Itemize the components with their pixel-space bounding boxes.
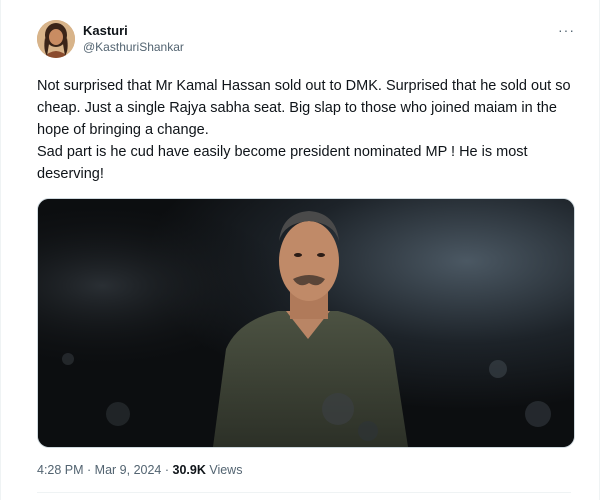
author-names: Kasturi @KasthuriShankar: [83, 22, 184, 55]
avatar[interactable]: [37, 20, 75, 58]
author-handle[interactable]: @KasthuriShankar: [83, 39, 184, 55]
meta-separator: ·: [161, 463, 173, 477]
divider: [37, 492, 571, 493]
more-horizontal-icon[interactable]: ···: [558, 22, 575, 38]
views-count: 30.9K: [172, 463, 206, 477]
tweet-date[interactable]: Mar 9, 2024: [95, 463, 162, 477]
meta-separator: ·: [83, 463, 95, 477]
views-label: Views: [205, 463, 243, 477]
tweet-card: Kasturi @KasthuriShankar ··· Not surpris…: [0, 0, 600, 500]
tweet-video[interactable]: [37, 198, 575, 448]
video-still: [38, 199, 574, 447]
tweet-header: Kasturi @KasthuriShankar ···: [37, 20, 579, 60]
tweet-meta: 4:28 PM · Mar 9, 2024 · 30.9K Views: [37, 463, 242, 477]
tweet-text: Not surprised that Mr Kamal Hassan sold …: [37, 78, 571, 182]
tweet-time[interactable]: 4:28 PM: [37, 463, 84, 477]
display-name[interactable]: Kasturi: [83, 22, 184, 39]
avatar-image: [37, 20, 75, 58]
